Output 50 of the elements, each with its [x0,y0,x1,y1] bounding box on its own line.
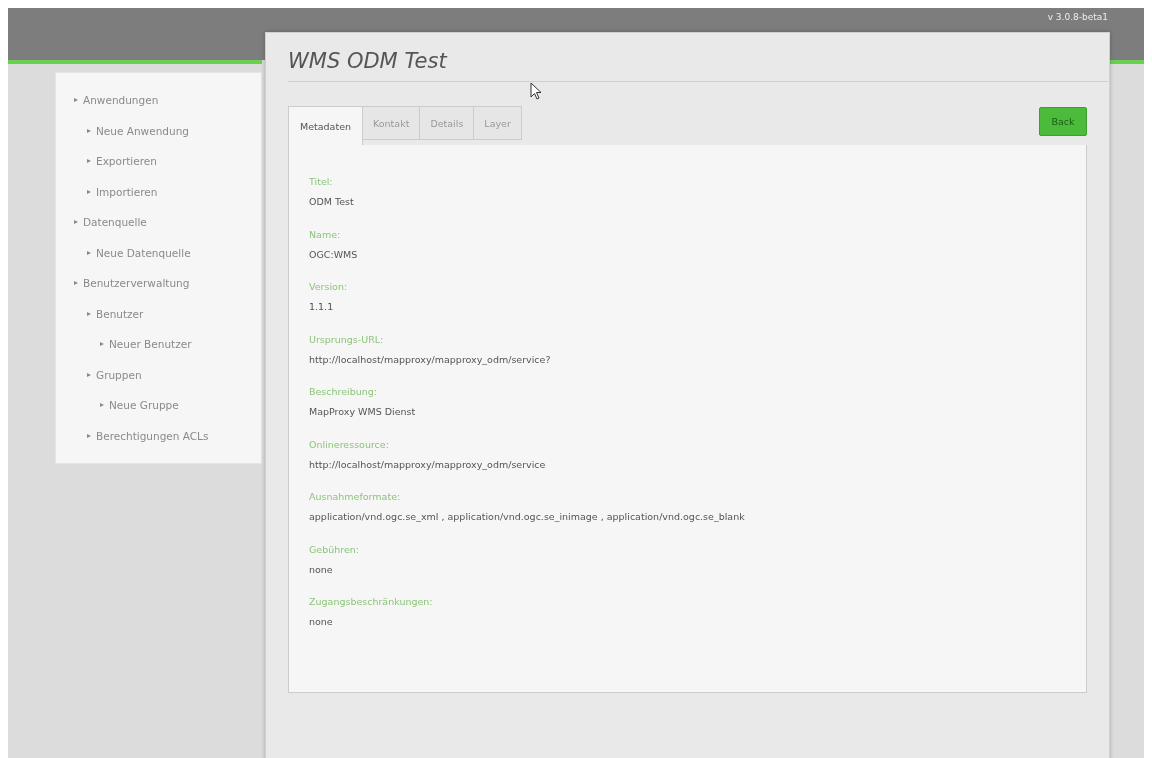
dialog-title: WMS ODM Test [288,49,1108,82]
tab[interactable]: Layer [474,106,522,140]
tab[interactable]: Metadaten [288,106,364,145]
field-label: Ursprungs-URL: [309,332,385,347]
caret-icon [87,189,91,194]
caret-icon [74,98,78,103]
nav-link[interactable]: Importieren [96,185,158,198]
nav-link[interactable]: Anwendungen [83,94,159,107]
field-value: ODM Test [309,195,355,209]
field-label: Name: [309,227,342,242]
nav-link[interactable]: Neue Anwendung [96,124,189,137]
caret-icon [100,342,104,347]
version-label: v 3.0.8-beta1 [1047,12,1108,22]
caret-icon [87,433,91,438]
caret-icon [74,281,78,286]
caret-icon [87,128,91,133]
caret-icon [87,311,91,316]
field-value: MapProxy WMS Dienst [309,405,417,419]
field-label: Ausnahmeformate: [309,490,402,504]
field-value: 1.1.1 [309,300,335,314]
nav-link[interactable]: Benutzer [96,307,144,320]
field-label: Beschreibung: [309,385,379,399]
caret-icon [87,372,91,377]
caret-icon [87,159,91,164]
field-value: none [309,562,334,577]
nav-link[interactable]: Neue Gruppe [109,399,179,412]
tab[interactable]: Kontakt [363,106,421,140]
field-value: http://localhost/mapproxy/mapproxy_odm/service [309,457,547,472]
field-label: Onlineressource: [309,437,390,452]
caret-icon [74,220,78,225]
field-value: none [309,615,334,629]
nav-link[interactable]: Datenquelle [83,216,147,229]
nav-link[interactable]: Exportieren [96,155,157,168]
nav-link[interactable]: Neue Datenquelle [96,246,191,259]
nav-link[interactable]: Berechtigungen ACLs [96,429,209,442]
field-value: OGC:WMS [309,247,359,262]
field-label: Zugangsbeschränkungen: [309,595,434,609]
tab[interactable]: Details [420,106,475,140]
cursor-icon [530,82,542,100]
field-value: application/vnd.ogc.se_xml , application/vnd.ogc.se_inimage , application/vnd.ogc.se_blank [309,510,746,524]
back-button[interactable]: Back [1039,107,1087,136]
nav-link[interactable]: Neuer Benutzer [109,338,192,351]
nav-link[interactable]: Gruppen [96,368,142,381]
field-label: Titel: [309,175,334,189]
nav-link[interactable]: Benutzerverwaltung [83,277,190,290]
caret-icon [87,250,91,255]
field-label: Version: [309,280,349,294]
field-value: http://localhost/mapproxy/mapproxy_odm/service? [309,352,552,367]
caret-icon [100,403,104,408]
field-label: Gebühren: [309,542,361,557]
